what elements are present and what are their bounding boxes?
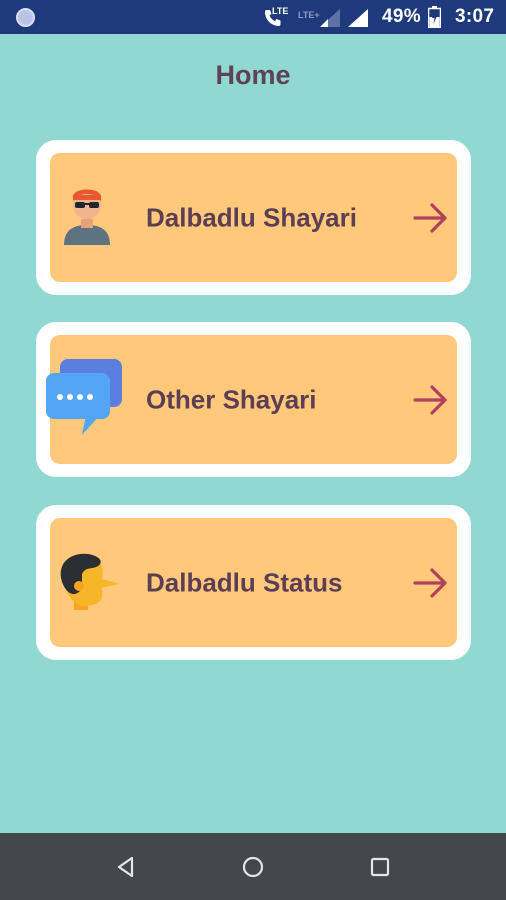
- clock: 3:07: [455, 6, 495, 27]
- card-inner: Dalbadlu Status: [50, 518, 457, 647]
- notification-dot-icon: [16, 8, 35, 27]
- card-other-shayari[interactable]: Other Shayari: [36, 322, 471, 477]
- person-sunglasses-icon: [64, 189, 110, 245]
- chat-bubbles-icon: [46, 359, 122, 435]
- battery-icon: [428, 6, 441, 28]
- arrow-right-icon[interactable]: [413, 202, 449, 234]
- signal-strong-icon: [348, 9, 368, 27]
- lte-plus-label: LTE+: [298, 10, 320, 20]
- card-dalbadlu-status[interactable]: Dalbadlu Status: [36, 505, 471, 660]
- lte-label: LTE: [272, 6, 289, 16]
- navigation-bar: [0, 833, 506, 900]
- back-icon[interactable]: [112, 853, 140, 881]
- battery-percent: 49%: [382, 6, 421, 27]
- card-label: Other Shayari: [146, 384, 317, 414]
- home-icon[interactable]: [239, 853, 267, 881]
- card-inner: Dalbadlu Shayari: [50, 153, 457, 282]
- card-label: Dalbadlu Status: [146, 567, 343, 597]
- arrow-right-icon[interactable]: [413, 384, 449, 416]
- arrow-right-icon[interactable]: [413, 567, 449, 599]
- status-bar: LTE LTE+ 49% 3:07: [0, 0, 506, 34]
- card-label: Dalbadlu Shayari: [146, 202, 357, 232]
- card-inner: Other Shayari: [46, 335, 457, 464]
- page-title: Home: [215, 60, 291, 90]
- card-dalbadlu-shayari[interactable]: Dalbadlu Shayari: [36, 140, 471, 295]
- signal-weak-icon: [320, 9, 340, 27]
- recents-icon[interactable]: [366, 853, 394, 881]
- man-long-nose-icon: [60, 553, 120, 610]
